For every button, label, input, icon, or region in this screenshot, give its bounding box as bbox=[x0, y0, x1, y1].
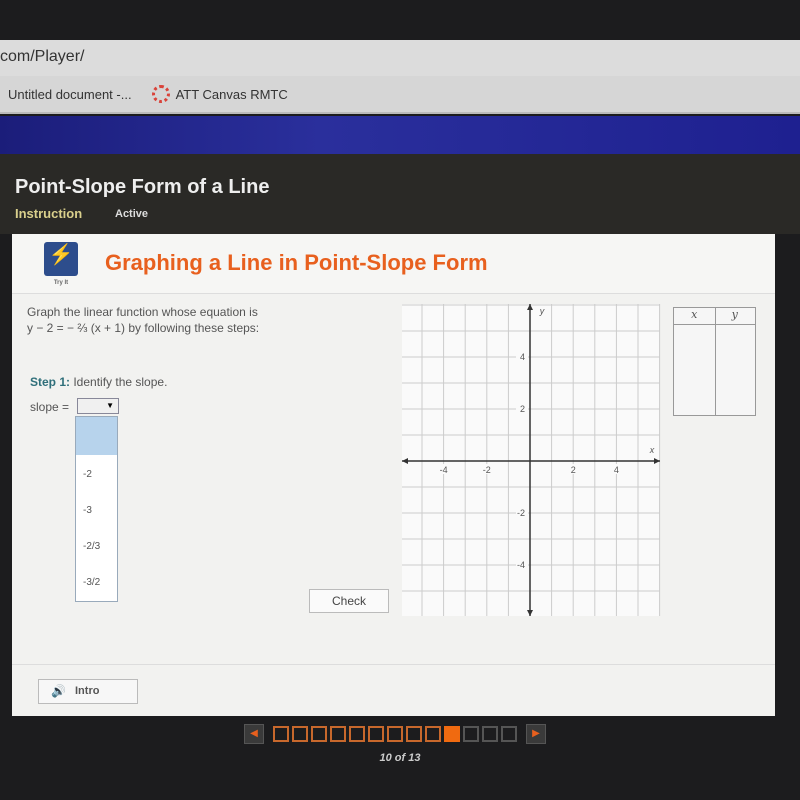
activity-heading: Graphing a Line in Point-Slope Form bbox=[105, 250, 488, 275]
prompt-line: Graph the linear function whose equation… bbox=[27, 305, 258, 319]
header-x: x bbox=[691, 308, 698, 321]
xy-table[interactable]: xy bbox=[673, 307, 756, 416]
page-indicator[interactable] bbox=[425, 726, 441, 742]
chevron-down-icon: ▼ bbox=[106, 401, 114, 410]
page-indicator[interactable] bbox=[311, 726, 327, 742]
next-page-button[interactable]: ▶ bbox=[526, 724, 546, 744]
page-indicator[interactable] bbox=[330, 726, 346, 742]
status-active: Active bbox=[115, 208, 149, 220]
course-title: Point-Slope Form of a Line bbox=[15, 176, 270, 198]
try-it-logo: ⚡ Try It bbox=[44, 242, 78, 286]
bookmark-untitled[interactable]: Untitled document -... bbox=[8, 87, 132, 102]
banner bbox=[0, 116, 800, 154]
url-text: com/Player/ bbox=[0, 48, 85, 65]
page-indicator[interactable] bbox=[406, 726, 422, 742]
page-count: 10 of 13 bbox=[379, 752, 421, 764]
address-bar[interactable]: com/Player/ bbox=[0, 40, 800, 76]
x-axis-label: x bbox=[649, 445, 655, 455]
equation: y − 2 = − ⅔ (x + 1) by following these s… bbox=[27, 321, 260, 335]
slope-dropdown: -2 -3 -2/3 -3/2 bbox=[75, 416, 118, 602]
x-tick-label: 4 bbox=[614, 465, 619, 475]
bookmark-label: Untitled document -... bbox=[8, 86, 132, 102]
card-header: ⚡ Try It Graphing a Line in Point-Slope F… bbox=[12, 234, 775, 294]
intro-label: Intro bbox=[75, 685, 100, 697]
page-indicator[interactable] bbox=[387, 726, 403, 742]
dropdown-option[interactable]: -3 bbox=[76, 491, 117, 527]
step-text: Identify the slope. bbox=[70, 375, 168, 389]
dropdown-option[interactable]: -3/2 bbox=[76, 563, 117, 599]
activity-card: ⚡ Try It Graphing a Line in Point-Slope F… bbox=[12, 234, 775, 716]
graph-background bbox=[402, 304, 660, 616]
y-tick-label: 2 bbox=[520, 404, 525, 414]
step-label: Step 1: bbox=[30, 375, 71, 389]
x-tick-label: -2 bbox=[483, 465, 491, 475]
x-tick-label: 2 bbox=[571, 465, 576, 475]
column-divider bbox=[715, 308, 716, 415]
y-axis-label: y bbox=[539, 306, 545, 316]
bookmarks-bar: Untitled document -... ATT Canvas RMTC bbox=[0, 76, 800, 114]
y-tick-label: 4 bbox=[520, 352, 525, 362]
canvas-icon bbox=[151, 85, 170, 103]
speaker-icon: 🔊 bbox=[51, 684, 66, 698]
bookmark-label: ATT Canvas RMTC bbox=[175, 86, 288, 102]
tab-instruction[interactable]: Instruction bbox=[15, 206, 82, 221]
dropdown-option-blank[interactable] bbox=[76, 417, 117, 455]
y-tick-label: -4 bbox=[517, 560, 525, 570]
page-indicator[interactable] bbox=[501, 726, 517, 742]
dropdown-option[interactable]: -2/3 bbox=[76, 527, 117, 563]
step-1: Step 1: Identify the slope. bbox=[30, 375, 167, 389]
previous-page-button[interactable]: ◀ bbox=[244, 724, 264, 744]
page-navigation: ◀ ▶ bbox=[238, 724, 552, 744]
slope-select[interactable]: ▼ bbox=[77, 398, 119, 414]
page-indicator[interactable] bbox=[273, 726, 289, 742]
page-indicator[interactable] bbox=[482, 726, 498, 742]
page-indicator[interactable] bbox=[349, 726, 365, 742]
page-indicator[interactable] bbox=[444, 726, 460, 742]
page-indicator[interactable] bbox=[463, 726, 479, 742]
prompt: Graph the linear function whose equation… bbox=[27, 304, 259, 336]
intro-button[interactable]: 🔊 Intro bbox=[38, 679, 138, 704]
logo-text: Try It bbox=[53, 280, 69, 286]
slope-label: slope = bbox=[30, 400, 70, 414]
page-indicator[interactable] bbox=[368, 726, 384, 742]
dropdown-option[interactable]: -2 bbox=[76, 455, 117, 491]
bookmark-canvas[interactable]: ATT Canvas RMTC bbox=[151, 85, 288, 103]
coordinate-graph[interactable]: -4 -2 2 4 4 2 -2 -4 x y bbox=[402, 304, 670, 618]
page-indicator[interactable] bbox=[292, 726, 308, 742]
y-tick-label: -2 bbox=[517, 508, 525, 518]
header-y: y bbox=[731, 308, 738, 321]
x-tick-label: -4 bbox=[440, 465, 448, 475]
check-button[interactable]: Check bbox=[309, 589, 389, 613]
